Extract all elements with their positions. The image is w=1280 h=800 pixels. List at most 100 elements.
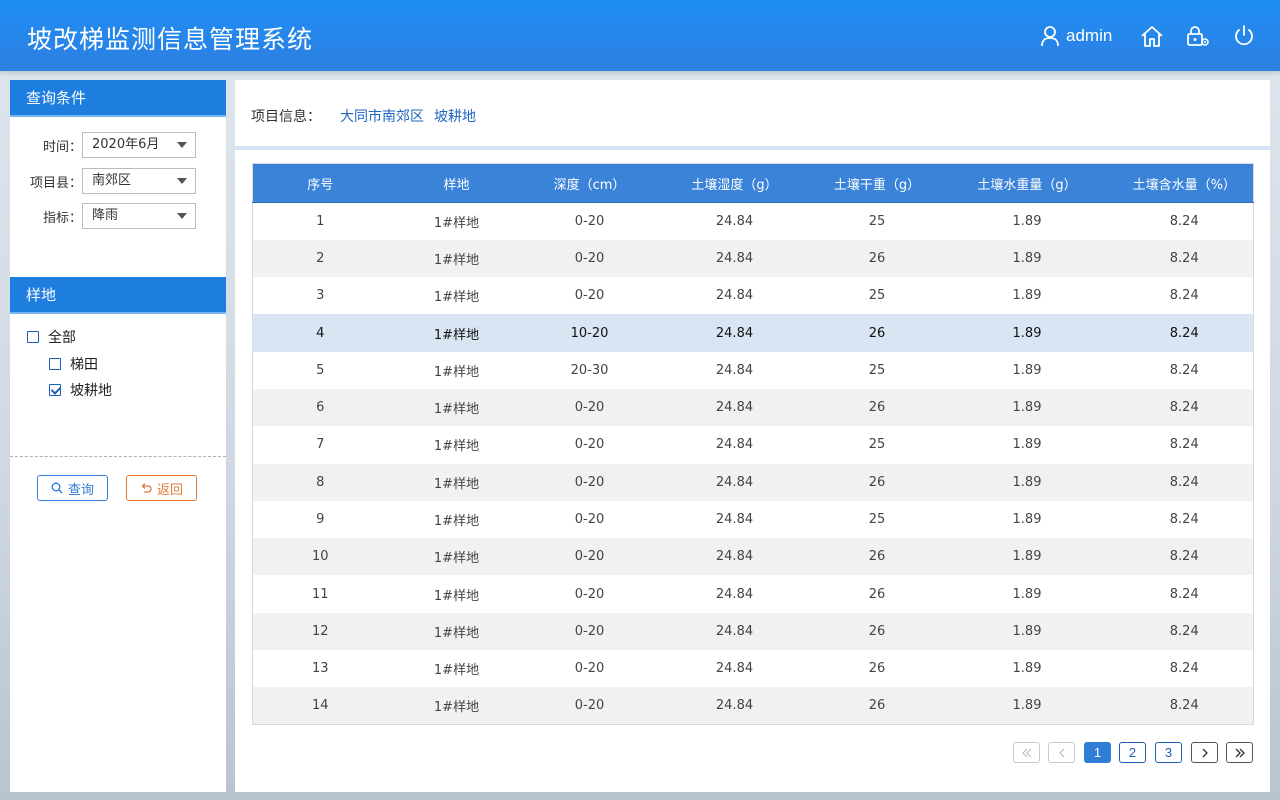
table-row[interactable]: 6 1#样地 0-20 24.84 26 1.89 8.24: [252, 388, 1254, 427]
cell-depth: 0-20: [574, 512, 605, 528]
cell-moisture: 24.84: [653, 538, 816, 576]
query-button-label: 查询: [67, 482, 94, 498]
cell-water-content: 8.24: [1115, 687, 1254, 725]
tree-item-terrace-label: 梯田: [70, 357, 98, 373]
back-button[interactable]: 返回: [126, 475, 197, 501]
prev-page-button[interactable]: [1048, 742, 1075, 763]
cell-depth: 0-20: [525, 538, 654, 576]
column-header[interactable]: 样地: [387, 163, 526, 203]
cell-depth: 20-30: [570, 362, 609, 378]
cell-moisture: 24.84: [715, 362, 754, 378]
cell-plot: 1#样地: [387, 463, 526, 501]
cell-water-weight: 1.89: [1012, 512, 1042, 528]
data-table-panel: 序号 样地 深度（cm） 土壤湿度（g） 土壤干重（g） 土壤水重量（g） 土壤…: [235, 150, 1270, 792]
cell-dry-weight: 26: [815, 239, 939, 278]
cell-moisture: 24.84: [653, 388, 816, 427]
cell-moisture: 24.84: [715, 512, 754, 528]
table-row[interactable]: 7 1#样地 0-20 24.84 25 1.89 8.24: [253, 426, 1254, 463]
time-select[interactable]: 2020年6月: [82, 132, 196, 158]
tree-item-all[interactable]: 全部: [27, 327, 76, 347]
page-button-2[interactable]: 2: [1119, 742, 1146, 763]
checkbox-slope[interactable]: [49, 384, 61, 396]
home-icon[interactable]: [1139, 23, 1165, 49]
table-row[interactable]: 14 1#样地 0-20 24.84 26 1.89 8.24: [252, 687, 1254, 725]
county-label: 项目县：: [29, 175, 82, 191]
page-button-3[interactable]: 3: [1155, 742, 1182, 763]
app-title: 坡改梯监测信息管理系统: [27, 25, 314, 54]
divider: [10, 456, 226, 457]
table-row[interactable]: 11 1#样地 0-20 24.84 26 1.89 8.24: [253, 575, 1254, 612]
next-page-button[interactable]: [1191, 742, 1218, 763]
table-row[interactable]: 9 1#样地 0-20 24.84 25 1.89 8.24: [253, 501, 1254, 538]
table-row[interactable]: 2 1#样地 0-20 24.84 26 1.89 8.24: [252, 239, 1254, 278]
cell-moisture: 24.84: [653, 687, 816, 725]
checkbox-terrace[interactable]: [49, 358, 61, 370]
cell-water-weight: 1.89: [1012, 586, 1042, 602]
cell-depth: 0-20: [574, 213, 605, 229]
column-header[interactable]: 土壤湿度（g）: [653, 163, 816, 203]
tree-item-all-label: 全部: [48, 330, 76, 346]
first-page-button[interactable]: [1013, 742, 1040, 763]
table-row[interactable]: 12 1#样地 0-20 24.84 26 1.89 8.24: [252, 612, 1254, 651]
cell-depth: 0-20: [525, 687, 654, 725]
table-row[interactable]: 3 1#样地 0-20 24.84 25 1.89 8.24: [253, 277, 1254, 314]
chevron-down-icon: [177, 213, 187, 219]
table-row[interactable]: 5 1#样地 20-30 24.84 25 1.89 8.24: [253, 352, 1254, 389]
last-page-button[interactable]: [1226, 742, 1253, 763]
chevron-down-icon: [177, 142, 187, 148]
column-header[interactable]: 深度（cm）: [525, 163, 654, 203]
table-row[interactable]: 13 1#样地 0-20 24.84 26 1.89 8.24: [253, 650, 1254, 687]
search-icon: [51, 482, 63, 494]
checkbox-all[interactable]: [27, 331, 39, 343]
cell-index: 6: [252, 388, 388, 427]
project-type-link[interactable]: 坡耕地: [434, 106, 476, 126]
cell-plot: 1#样地: [433, 290, 480, 306]
time-row: 时间： 2020年6月: [10, 132, 196, 158]
cell-moisture: 24.84: [715, 437, 754, 453]
project-location-link[interactable]: 大同市南郊区: [340, 106, 424, 126]
table-row[interactable]: 4 1#样地 10-20 24.84 26 1.89 8.24: [252, 314, 1254, 352]
chevron-left-icon: [1058, 748, 1064, 757]
cell-depth: 10-20: [525, 314, 654, 352]
county-select[interactable]: 南郊区: [82, 168, 196, 194]
tree-item-slope[interactable]: 坡耕地: [49, 380, 112, 400]
cell-water-content: 8.24: [1115, 314, 1254, 352]
table-row[interactable]: 8 1#样地 0-20 24.84 26 1.89 8.24: [252, 463, 1254, 501]
cell-index: 14: [252, 687, 388, 725]
cell-moisture: 24.84: [715, 288, 754, 304]
cell-water-content: 8.24: [1115, 538, 1254, 576]
cell-index: 12: [252, 612, 388, 651]
query-panel-title: 查询条件: [10, 80, 226, 117]
user-menu[interactable]: admin: [1040, 24, 1112, 48]
cell-depth: 0-20: [525, 388, 654, 427]
cell-plot: 1#样地: [433, 215, 480, 231]
lock-settings-icon[interactable]: [1185, 23, 1211, 49]
cell-moisture: 24.84: [715, 586, 754, 602]
query-button[interactable]: 查询: [37, 475, 108, 501]
cell-dry-weight: 25: [868, 213, 886, 229]
cell-index: 13: [311, 661, 329, 677]
index-row: 指标： 降雨: [10, 203, 196, 229]
cell-moisture: 24.84: [715, 213, 754, 229]
table-row[interactable]: 1 1#样地 0-20 24.84 25 1.89 8.24: [253, 203, 1254, 240]
column-header[interactable]: 土壤含水量（%）: [1115, 163, 1254, 203]
cell-plot: 1#样地: [433, 364, 480, 380]
top-bar: 坡改梯监测信息管理系统 admin: [0, 0, 1280, 71]
page-button-1[interactable]: 1: [1084, 742, 1111, 763]
column-header[interactable]: 土壤水重量（g）: [938, 163, 1116, 203]
cell-depth: 0-20: [574, 661, 605, 677]
index-label: 指标：: [42, 210, 82, 226]
cell-water-content: 8.24: [1169, 437, 1199, 453]
cell-water-content: 8.24: [1169, 586, 1199, 602]
left-panel: 查询条件 时间： 2020年6月 项目县： 南郊区 指标： 降雨 样地 全部 梯…: [10, 80, 226, 792]
index-select[interactable]: 降雨: [82, 203, 196, 229]
column-header[interactable]: 序号: [252, 163, 388, 203]
cell-moisture: 24.84: [715, 661, 754, 677]
cell-index: 10: [252, 538, 388, 576]
power-icon[interactable]: [1231, 23, 1257, 49]
column-header[interactable]: 土壤干重（g）: [815, 163, 939, 203]
cell-water-weight: 1.89: [938, 463, 1116, 501]
tree-item-terrace[interactable]: 梯田: [49, 354, 98, 374]
cell-index: 9: [316, 512, 325, 528]
table-row[interactable]: 10 1#样地 0-20 24.84 26 1.89 8.24: [252, 538, 1254, 576]
